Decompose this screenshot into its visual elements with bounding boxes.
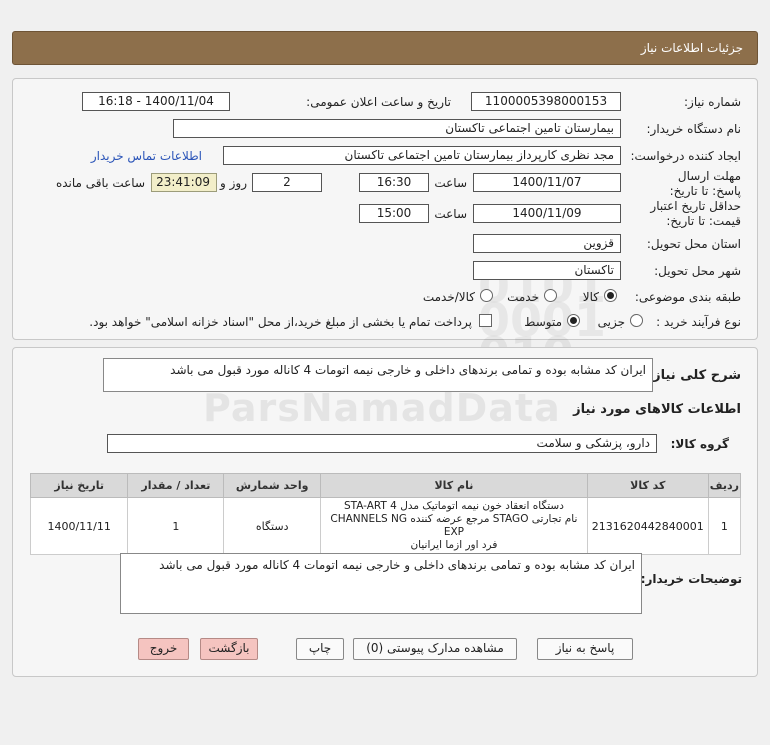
goods-group-field: دارو، پزشکی و سلامت [107,434,657,453]
need-info-panel: 01010001010 شماره نیاز: 1100005398000153… [12,78,758,377]
price-validity-label: حداقل تاریخ اعتبار قیمت: تا تاریخ: [650,199,741,228]
buyer-contact-link[interactable]: اطلاعات تماس خریدار [91,149,202,163]
item-name-line1: دستگاه انعقاد خون نیمه اتوماتیک مدل STA-… [343,500,564,512]
category-service-label: خدمت [507,290,539,304]
announce-datetime-field: 1400/11/04 - 16:18 [82,92,230,111]
reply-to-need-button[interactable]: پاسخ به نیاز [537,638,633,660]
delivery-city-label: شهر محل تحویل: [654,264,741,278]
back-button[interactable]: بازگشت [200,638,258,660]
request-creator-field: مجد نظری کارپرداز بیمارستان تامین اجتماع… [223,146,621,165]
reply-deadline-label: مهلت ارسال پاسخ: تا تاریخ: [669,169,741,198]
purchase-medium-label: متوسط [524,315,562,329]
reply-time-field: 16:30 [359,173,429,192]
buyer-org-label: نام دستگاه خریدار: [646,122,742,136]
buyer-notes-label: توضیحات خریدار: [640,572,742,586]
item-qty: 1 [127,497,225,555]
row-number: 1 [707,497,742,555]
page-header: جزئیات اطلاعات نیاز [12,31,758,65]
purchase-type-label: نوع فرآیند خرید : [656,315,741,329]
goods-group-label: گروه کالا: [670,437,729,451]
category-goods-service-radio[interactable] [480,289,493,302]
treasury-payment-note: پرداخت تمام یا بخشی از مبلغ خرید،از محل … [89,315,472,329]
col-qty: تعداد / مقدار [127,473,225,498]
reply-time-label: ساعت [434,176,467,190]
request-creator-label: ایجاد کننده درخواست: [630,149,741,163]
announce-datetime-label: تاریخ و ساعت اعلان عمومی: [306,95,451,109]
category-service-radio[interactable] [544,289,557,302]
item-code: 2131620442840001 [586,497,709,555]
days-remaining-field: 2 [252,173,322,192]
time-remaining-label: ساعت باقی مانده [55,176,145,190]
col-unit: واحد شمارش [223,473,322,498]
category-goods-radio[interactable] [604,289,617,302]
delivery-city-field: تاکستان [473,261,621,280]
col-name: نام کالا [320,473,588,498]
validity-time-field: 15:00 [359,204,429,223]
purchase-minor-radio[interactable] [630,314,643,327]
page-title: جزئیات اطلاعات نیاز [640,41,743,55]
days-label: روز و [220,176,247,190]
table-row: 1 2131620442840001 دستگاه انعقاد خون نیم… [29,497,742,555]
time-remaining-field: 23:41:09 [151,173,217,192]
purchase-medium-radio[interactable] [567,314,580,327]
need-number-label: شماره نیاز: [684,95,741,109]
purchase-minor-label: جزیی [597,315,625,329]
item-name: دستگاه انعقاد خون نیمه اتوماتیک مدل STA-… [320,497,588,555]
need-number-field: 1100005398000153 [471,92,621,111]
validity-date-field: 1400/11/09 [473,204,621,223]
item-name-line2: نام تجارتی STAGO مرجع عرضه کننده CHANNEL… [330,513,578,538]
validity-time-label: ساعت [434,207,467,221]
watermark-text: ParsNamadData [203,386,561,430]
goods-table: ردیف کد کالا نام کالا واحد شمارش تعداد /… [29,473,742,555]
col-row: ردیف [707,473,742,498]
col-date: تاریخ نیاز [29,473,129,498]
buyer-org-field: بیمارستان تامین اجتماعی تاکستان [173,119,621,138]
view-attachments-button[interactable]: مشاهده مدارک پیوستی (0) [353,638,517,660]
category-goods-service-label: کالا/خدمت [422,290,475,304]
item-unit: دستگاه [223,497,322,555]
exit-button[interactable]: خروج [138,638,189,660]
category-goods-label: کالا [582,290,599,304]
col-code: کد کالا [586,473,709,498]
need-summary-field: ایران کد مشابه بوده و تمامی برندهای داخل… [103,358,653,392]
treasury-payment-checkbox[interactable] [479,314,492,327]
delivery-province-label: استان محل تحویل: [646,237,741,251]
goods-info-title: اطلاعات کالاهای مورد نیاز [573,402,741,417]
delivery-province-field: قزوین [473,234,621,253]
need-summary-label: شرح کلی نیاز: [647,368,741,383]
reply-date-field: 1400/11/07 [473,173,621,192]
goods-table-header: ردیف کد کالا نام کالا واحد شمارش تعداد /… [29,473,742,498]
item-need-date: 1400/11/11 [29,497,129,555]
print-button[interactable]: چاپ [296,638,344,660]
subject-category-label: طبقه بندی موضوعی: [634,290,741,304]
buyer-notes-field: ایران کد مشابه بوده و تمامی برندهای داخل… [120,553,642,614]
item-name-line3: فرد اور ازما ایرانیان [410,539,498,551]
